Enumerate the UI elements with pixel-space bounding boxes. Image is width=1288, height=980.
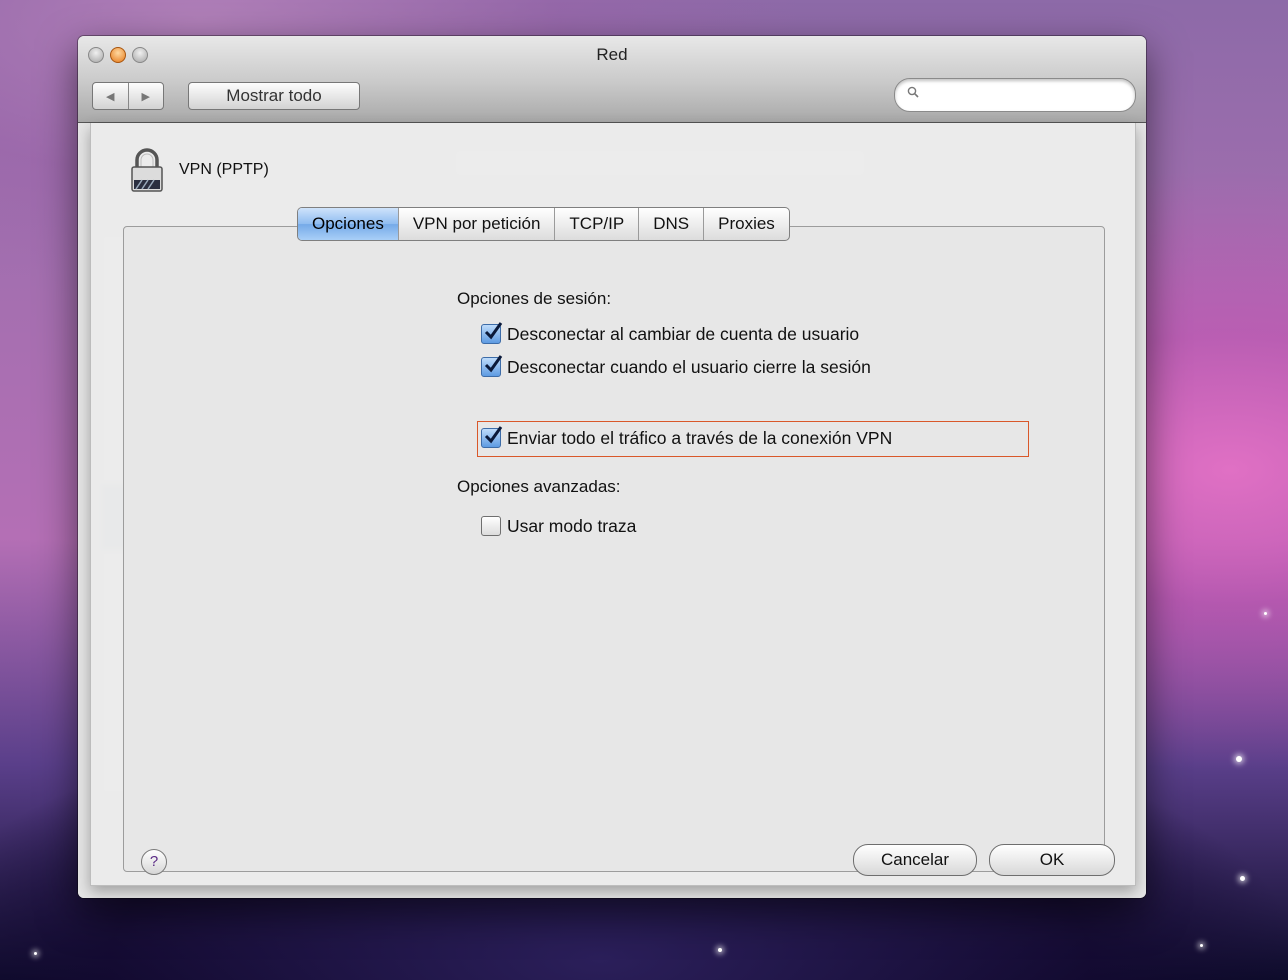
window-title: Red [596,45,628,64]
star [1200,944,1203,947]
service-name: VPN (PPTP) [179,161,269,178]
show-all-button[interactable]: Mostrar todo [188,82,360,110]
cancel-button[interactable]: Cancelar [853,844,977,876]
disconnect-on-user-switch-checkbox[interactable] [481,322,503,344]
search-icon [907,86,919,98]
forward-arrow-icon[interactable]: ▶ [129,83,164,109]
checkmark-icon [484,322,503,340]
title-bar: Red ◀ ▶ Mostrar todo [78,36,1146,123]
ok-button[interactable]: OK [989,844,1115,876]
star [34,952,37,955]
use-trace-mode-checkbox[interactable] [481,516,501,536]
send-all-traffic-checkbox[interactable] [481,426,503,448]
star [1264,612,1267,615]
disconnect-on-user-switch-option[interactable]: Desconectar al cambiar de cuenta de usua… [481,321,859,347]
tab-tcp-ip[interactable]: TCP/IP [555,208,640,240]
disconnect-on-logout-option[interactable]: Desconectar cuando el usuario cierre la … [481,354,871,380]
checkmark-icon [484,426,503,444]
tab-vpn-on-demand[interactable]: VPN por petición [399,208,556,240]
back-forward-control: ◀ ▶ [92,82,164,110]
vpn-options-sheet: VPN (PPTP) Opciones VPN por petición TCP… [90,123,1136,886]
disconnect-on-logout-checkbox[interactable] [481,355,503,377]
help-button[interactable]: ? [141,849,167,875]
disconnect-on-user-switch-label: Desconectar al cambiar de cuenta de usua… [507,323,860,344]
search-field[interactable] [894,78,1136,112]
tab-dns[interactable]: DNS [639,208,705,240]
star [718,948,722,952]
send-all-traffic-label: Enviar todo el tráfico a través de la co… [507,427,893,448]
vpn-lock-icon [131,148,163,192]
send-all-traffic-option[interactable]: Enviar todo el tráfico a través de la co… [481,425,892,451]
disconnect-on-logout-label: Desconectar cuando el usuario cierre la … [507,356,871,377]
checkmark-icon [484,355,503,373]
advanced-options-heading: Opciones avanzadas: [457,477,621,496]
star [1236,756,1242,762]
tab-bar: Opciones VPN por petición TCP/IP DNS Pro… [297,207,790,241]
tab-opciones[interactable]: Opciones [298,208,399,240]
session-options-heading: Opciones de sesión: [457,289,612,308]
service-header: VPN (PPTP) [129,145,269,195]
tab-proxies[interactable]: Proxies [704,208,789,240]
network-preferences-window: Red ◀ ▶ Mostrar todo VPN (PPTP) Opciones… [78,36,1146,898]
preferences-panel: VPN (PPTP) Opciones VPN por petición TCP… [78,123,1146,898]
back-arrow-icon[interactable]: ◀ [93,83,129,109]
use-trace-mode-option[interactable]: Usar modo traza [481,513,636,539]
star [1240,876,1245,881]
use-trace-mode-label: Usar modo traza [507,515,637,536]
